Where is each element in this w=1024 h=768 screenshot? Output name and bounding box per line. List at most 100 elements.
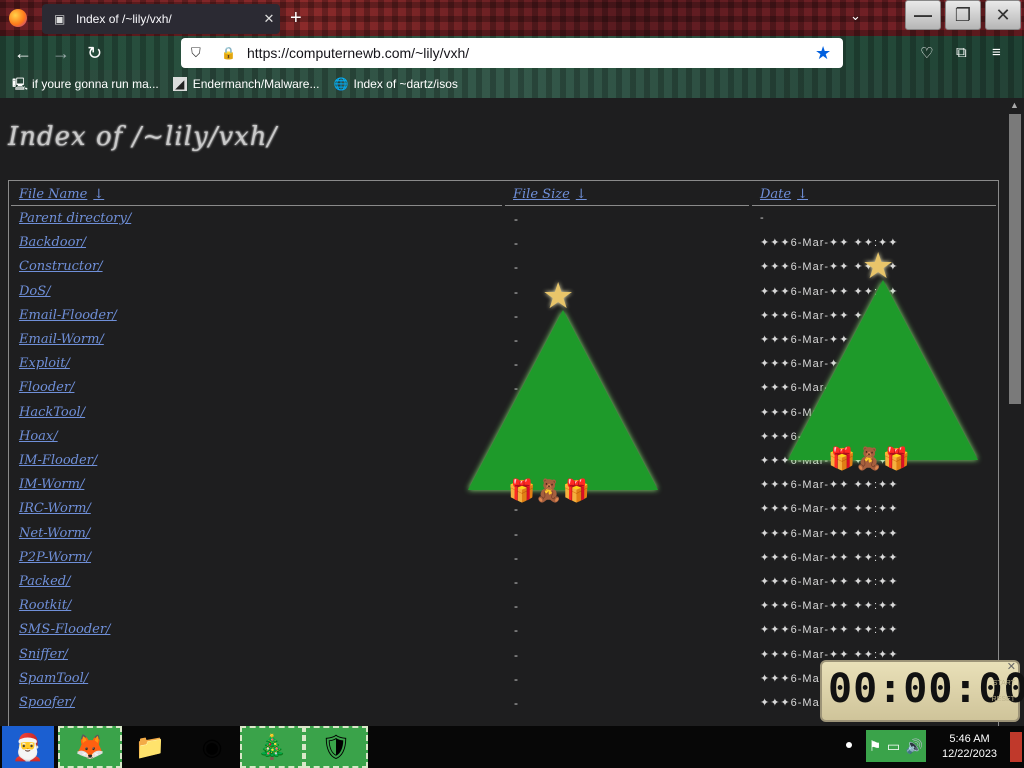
clock-time: 5:46 AM	[949, 733, 990, 745]
file-date: ✦✦✦6-Mar-✦✦ ✦✦:✦✦	[760, 600, 899, 613]
minimize-button[interactable]: —	[905, 0, 941, 30]
scroll-up-icon[interactable]: ▲	[1010, 100, 1019, 110]
header-date[interactable]: Date ↓	[760, 187, 808, 202]
gifts-icon: 🎁🧸🎁	[828, 446, 911, 471]
file-link[interactable]: Email-Flooder/	[19, 308, 117, 323]
bookmarks-toolbar: 🖳 if youre gonna run ma... ◢ Endermanch/…	[0, 70, 1024, 98]
firefox-icon[interactable]: 🦊	[58, 726, 122, 768]
file-size: -	[514, 260, 518, 275]
file-link[interactable]: Rootkit/	[19, 598, 71, 613]
file-size: -	[514, 696, 518, 710]
menu-icon[interactable]: ≡	[992, 44, 1001, 61]
url-text[interactable]: https://computernewb.com/~lily/vxh/	[247, 45, 815, 61]
file-link[interactable]: Flooder/	[19, 380, 74, 395]
christmas-tree-icon[interactable]: 🎄	[240, 726, 304, 768]
file-link[interactable]: Hoax/	[19, 429, 58, 444]
file-date: -	[760, 212, 765, 224]
file-link[interactable]: SMS-Flooder/	[19, 622, 110, 637]
shield-app-icon[interactable]: 🛡	[304, 726, 368, 768]
file-explorer-icon[interactable]: 📁	[118, 726, 182, 768]
stopwatch-widget: ✕ 00:00:00 START RESET	[820, 660, 1024, 722]
file-link[interactable]: Constructor/	[19, 259, 103, 274]
network-icon[interactable]: ▭	[887, 738, 900, 755]
scrollbar-thumb[interactable]	[1009, 114, 1021, 404]
taskbar: 🎅 🦊 📁 ◉ 🎄 🛡 ⚑ ▭ 🔊 5:46 AM 12/22/2023	[0, 726, 1024, 768]
header-divider	[505, 205, 749, 206]
system-tray[interactable]: ⚑ ▭ 🔊	[866, 730, 926, 762]
file-link[interactable]: Sniffer/	[19, 647, 68, 662]
close-window-button[interactable]: ✕	[985, 0, 1021, 30]
file-link[interactable]: IM-Flooder/	[19, 453, 97, 468]
bookmark-label: Endermanch/Malware...	[192, 77, 320, 91]
stopwatch-time: 00:00:00	[828, 666, 1024, 712]
tree-body	[468, 310, 658, 490]
file-link[interactable]: Packed/	[19, 574, 70, 589]
file-link[interactable]: P2P-Worm/	[19, 550, 91, 565]
forward-icon[interactable]: →	[52, 43, 70, 63]
file-link[interactable]: IRC-Worm/	[19, 501, 91, 516]
back-icon[interactable]: ←	[14, 43, 32, 63]
url-bar[interactable]: ⛉ 🔒 https://computernewb.com/~lily/vxh/ …	[181, 38, 843, 68]
bookmark-label: if youre gonna run ma...	[32, 77, 159, 91]
stopwatch-reset-button[interactable]: RESET	[992, 696, 1015, 703]
close-tab-icon[interactable]: ✕	[258, 11, 280, 27]
sort-arrow-icon[interactable]: ↓	[576, 187, 587, 202]
christmas-tree-decoration: ★ 🎁🧸🎁	[468, 278, 658, 518]
shield-icon[interactable]: ⛉	[191, 45, 207, 61]
bookmark-item[interactable]: ◢ Endermanch/Malware...	[172, 77, 320, 91]
tab-favicon-icon: ▣	[54, 12, 66, 26]
file-link[interactable]: Spoofer/	[19, 695, 75, 710]
sort-arrow-icon[interactable]: ↓	[797, 187, 808, 202]
file-link[interactable]: Parent directory/	[19, 211, 131, 226]
file-link[interactable]: Email-Worm/	[19, 332, 104, 347]
page-content: Index of /~lily/vxh/ File Name ↓ File Siz…	[0, 98, 1006, 726]
file-size: -	[514, 212, 518, 226]
sort-arrow-icon[interactable]: ↓	[93, 187, 104, 202]
file-link[interactable]: Exploit/	[19, 356, 70, 371]
taskbar-clock[interactable]: 5:46 AM 12/22/2023	[942, 732, 997, 762]
github-icon: ◢	[172, 77, 187, 91]
header-file-size[interactable]: File Size ↓	[513, 187, 587, 202]
page-scrollbar[interactable]: ▲	[1006, 98, 1024, 726]
navigation-toolbar: ← → ↻ ⛉ 🔒 https://computernewb.com/~lily…	[0, 36, 1024, 70]
extensions-icon[interactable]: ⧉	[956, 44, 967, 61]
reload-icon[interactable]: ↻	[87, 43, 102, 63]
volume-icon[interactable]: 🔊	[906, 738, 923, 755]
file-link[interactable]: SpamTool/	[19, 671, 88, 686]
bookmark-star-icon[interactable]: ★	[815, 43, 835, 64]
bookmark-item[interactable]: 🖳 if youre gonna run ma...	[12, 77, 159, 91]
restore-button[interactable]: ❐	[945, 0, 981, 30]
new-tab-icon[interactable]: +	[290, 8, 302, 28]
file-link[interactable]: IM-Worm/	[19, 477, 84, 492]
list-tabs-chevron-icon[interactable]: ⌄	[850, 8, 861, 24]
file-link[interactable]: Net-Worm/	[19, 526, 90, 541]
firefox-icon[interactable]	[9, 9, 27, 27]
tab-title: Index of /~lily/vxh/	[76, 12, 172, 26]
file-date: ✦✦✦6-Mar-✦✦ ✦✦:✦✦	[760, 648, 899, 661]
file-link[interactable]: HackTool/	[19, 405, 85, 420]
pocket-icon[interactable]: ♡	[920, 44, 933, 62]
bookmark-item[interactable]: 🌐 Index of ~dartz/isos	[333, 77, 457, 91]
header-divider	[752, 205, 996, 206]
header-file-name[interactable]: File Name ↓	[19, 187, 104, 202]
title-bar: ▣ Index of /~lily/vxh/ ✕ + ⌄ — ❐ ✕	[0, 0, 1024, 36]
start-santa-icon[interactable]: 🎅	[2, 726, 54, 768]
chrome-icon[interactable]: ◉	[180, 726, 244, 768]
christmas-tree-decoration: ★ 🎁🧸🎁	[788, 248, 978, 488]
tab-active[interactable]: ▣ Index of /~lily/vxh/ ✕	[42, 4, 280, 34]
file-link[interactable]: Backdoor/	[19, 235, 86, 250]
file-size: -	[514, 575, 518, 589]
clock-date: 12/22/2023	[942, 748, 998, 760]
show-desktop-button[interactable]	[1010, 732, 1022, 762]
file-date: ✦✦✦6-Mar-✦✦ ✦✦:✦✦	[760, 503, 899, 516]
tree-body	[788, 280, 978, 460]
computer-icon: 🖳	[12, 77, 29, 91]
flag-icon[interactable]: ⚑	[869, 738, 882, 755]
file-date: ✦✦✦6-Mar-✦✦ ✦✦:✦✦	[760, 576, 899, 588]
lock-icon[interactable]: 🔒	[221, 46, 236, 60]
file-size: -	[514, 623, 518, 638]
file-date: ✦✦✦6-Mar-✦✦ ✦✦:✦✦	[760, 551, 899, 564]
stopwatch-start-button[interactable]: START	[993, 680, 1015, 687]
file-size: -	[514, 236, 518, 251]
file-link[interactable]: DoS/	[19, 284, 51, 299]
